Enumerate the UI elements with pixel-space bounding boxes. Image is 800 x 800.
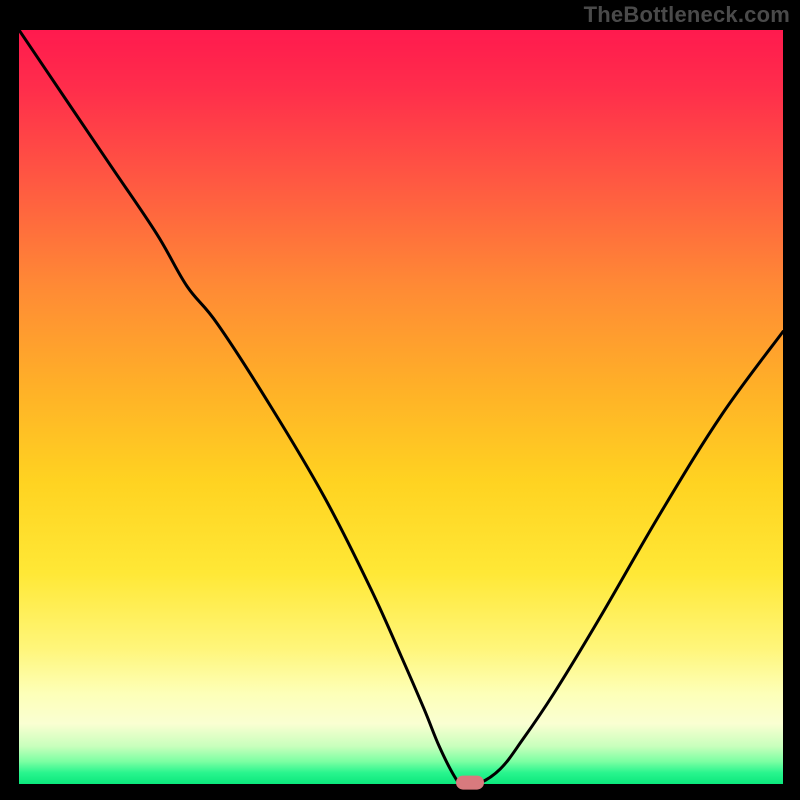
chart-frame: TheBottleneck.com [0,0,800,800]
watermark-text: TheBottleneck.com [584,2,790,28]
optimal-marker [456,776,484,790]
curve-path [19,30,783,784]
bottleneck-curve [19,30,783,784]
plot-area [19,30,783,784]
